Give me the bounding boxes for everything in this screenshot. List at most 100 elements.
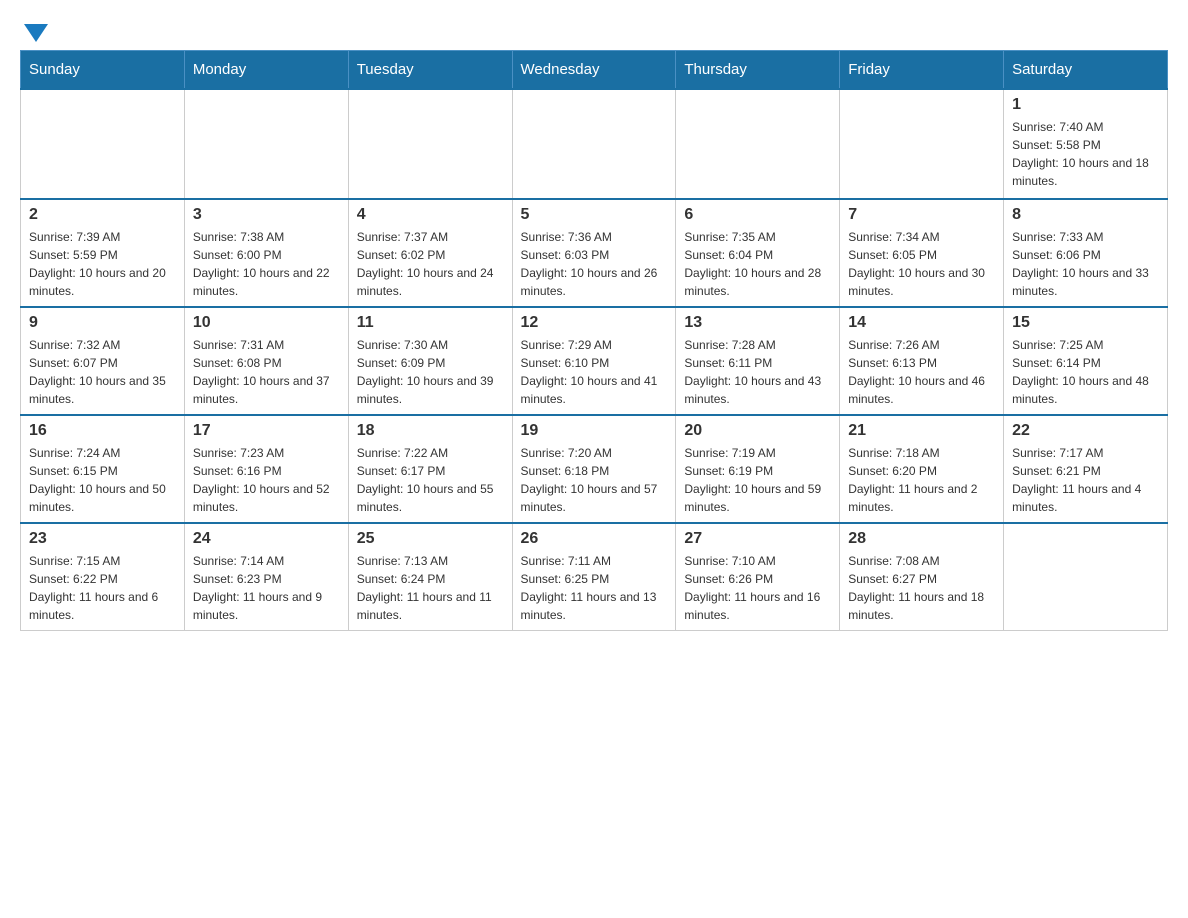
weekday-header-wednesday: Wednesday bbox=[512, 51, 676, 90]
weekday-header-saturday: Saturday bbox=[1004, 51, 1168, 90]
calendar-cell: 12 Sunrise: 7:29 AMSunset: 6:10 PMDayligh… bbox=[512, 307, 676, 415]
day-number: 8 bbox=[1012, 206, 1159, 224]
calendar-cell: 19Sunrise: 7:20 AMSunset: 6:18 PMDayligh… bbox=[512, 415, 676, 523]
calendar-cell: 3 Sunrise: 7:38 AMSunset: 6:00 PMDaylight… bbox=[184, 199, 348, 307]
day-info: Sunrise: 7:26 AMSunset: 6:13 PMDaylight:… bbox=[848, 336, 995, 408]
weekday-header-friday: Friday bbox=[840, 51, 1004, 90]
day-info: Sunrise: 7:38 AMSunset: 6:00 PMDaylight:… bbox=[193, 228, 340, 300]
day-info: Sunrise: 7:24 AMSunset: 6:15 PMDaylight:… bbox=[29, 444, 176, 516]
day-number: 14 bbox=[848, 314, 995, 332]
day-info: Sunrise: 7:37 AMSunset: 6:02 PMDaylight:… bbox=[357, 228, 504, 300]
day-number: 5 bbox=[521, 206, 668, 224]
day-number: 13 bbox=[684, 314, 831, 332]
day-number: 18 bbox=[357, 422, 504, 440]
calendar-cell bbox=[184, 89, 348, 199]
day-info: Sunrise: 7:13 AMSunset: 6:24 PMDaylight:… bbox=[357, 552, 504, 624]
calendar-cell: 7 Sunrise: 7:34 AMSunset: 6:05 PMDaylight… bbox=[840, 199, 1004, 307]
day-info: Sunrise: 7:35 AMSunset: 6:04 PMDaylight:… bbox=[684, 228, 831, 300]
week-row-4: 16 Sunrise: 7:24 AMSunset: 6:15 PMDayligh… bbox=[21, 415, 1168, 523]
day-info: Sunrise: 7:15 AMSunset: 6:22 PMDaylight:… bbox=[29, 552, 176, 624]
calendar-cell: 24 Sunrise: 7:14 AMSunset: 6:23 PMDayligh… bbox=[184, 523, 348, 631]
day-info: Sunrise: 7:31 AMSunset: 6:08 PMDaylight:… bbox=[193, 336, 340, 408]
calendar-cell: 11Sunrise: 7:30 AMSunset: 6:09 PMDayligh… bbox=[348, 307, 512, 415]
calendar-cell: 15 Sunrise: 7:25 AMSunset: 6:14 PMDayligh… bbox=[1004, 307, 1168, 415]
day-info: Sunrise: 7:10 AMSunset: 6:26 PMDaylight:… bbox=[684, 552, 831, 624]
day-info: Sunrise: 7:34 AMSunset: 6:05 PMDaylight:… bbox=[848, 228, 995, 300]
day-info: Sunrise: 7:14 AMSunset: 6:23 PMDaylight:… bbox=[193, 552, 340, 624]
day-number: 9 bbox=[29, 314, 176, 332]
day-number: 24 bbox=[193, 530, 340, 548]
calendar-cell: 21Sunrise: 7:18 AMSunset: 6:20 PMDayligh… bbox=[840, 415, 1004, 523]
calendar-cell bbox=[676, 89, 840, 199]
calendar-table: SundayMondayTuesdayWednesdayThursdayFrid… bbox=[20, 50, 1168, 631]
calendar-cell: 6 Sunrise: 7:35 AMSunset: 6:04 PMDaylight… bbox=[676, 199, 840, 307]
day-info: Sunrise: 7:11 AMSunset: 6:25 PMDaylight:… bbox=[521, 552, 668, 624]
calendar-cell: 10 Sunrise: 7:31 AMSunset: 6:08 PMDayligh… bbox=[184, 307, 348, 415]
day-number: 2 bbox=[29, 206, 176, 224]
calendar-cell: 9Sunrise: 7:32 AMSunset: 6:07 PMDaylight… bbox=[21, 307, 185, 415]
calendar-cell: 17 Sunrise: 7:23 AMSunset: 6:16 PMDayligh… bbox=[184, 415, 348, 523]
day-number: 3 bbox=[193, 206, 340, 224]
calendar-cell: 4 Sunrise: 7:37 AMSunset: 6:02 PMDaylight… bbox=[348, 199, 512, 307]
day-number: 15 bbox=[1012, 314, 1159, 332]
day-info: Sunrise: 7:28 AMSunset: 6:11 PMDaylight:… bbox=[684, 336, 831, 408]
calendar-cell bbox=[21, 89, 185, 199]
day-info: Sunrise: 7:23 AMSunset: 6:16 PMDaylight:… bbox=[193, 444, 340, 516]
day-info: Sunrise: 7:08 AMSunset: 6:27 PMDaylight:… bbox=[848, 552, 995, 624]
calendar-cell: 8 Sunrise: 7:33 AMSunset: 6:06 PMDaylight… bbox=[1004, 199, 1168, 307]
calendar-cell: 2 Sunrise: 7:39 AMSunset: 5:59 PMDaylight… bbox=[21, 199, 185, 307]
weekday-header-tuesday: Tuesday bbox=[348, 51, 512, 90]
day-info: Sunrise: 7:17 AMSunset: 6:21 PMDaylight:… bbox=[1012, 444, 1159, 516]
week-row-5: 23 Sunrise: 7:15 AMSunset: 6:22 PMDayligh… bbox=[21, 523, 1168, 631]
day-number: 28 bbox=[848, 530, 995, 548]
day-info: Sunrise: 7:22 AMSunset: 6:17 PMDaylight:… bbox=[357, 444, 504, 516]
calendar-cell: 23 Sunrise: 7:15 AMSunset: 6:22 PMDayligh… bbox=[21, 523, 185, 631]
day-number: 26 bbox=[521, 530, 668, 548]
calendar-cell: 27 Sunrise: 7:10 AMSunset: 6:26 PMDayligh… bbox=[676, 523, 840, 631]
calendar-cell: 18 Sunrise: 7:22 AMSunset: 6:17 PMDayligh… bbox=[348, 415, 512, 523]
day-number: 22 bbox=[1012, 422, 1159, 440]
page-header bbox=[20, 20, 1168, 40]
day-info: Sunrise: 7:36 AMSunset: 6:03 PMDaylight:… bbox=[521, 228, 668, 300]
weekday-header-row: SundayMondayTuesdayWednesdayThursdayFrid… bbox=[21, 51, 1168, 90]
day-number: 6 bbox=[684, 206, 831, 224]
calendar-cell bbox=[512, 89, 676, 199]
calendar-cell: 16 Sunrise: 7:24 AMSunset: 6:15 PMDayligh… bbox=[21, 415, 185, 523]
weekday-header-sunday: Sunday bbox=[21, 51, 185, 90]
week-row-1: 1 Sunrise: 7:40 AMSunset: 5:58 PMDaylight… bbox=[21, 89, 1168, 199]
day-info: Sunrise: 7:25 AMSunset: 6:14 PMDaylight:… bbox=[1012, 336, 1159, 408]
day-info: Sunrise: 7:30 AMSunset: 6:09 PMDaylight:… bbox=[357, 336, 504, 408]
calendar-cell: 25 Sunrise: 7:13 AMSunset: 6:24 PMDayligh… bbox=[348, 523, 512, 631]
day-info: Sunrise: 7:39 AMSunset: 5:59 PMDaylight:… bbox=[29, 228, 176, 300]
day-number: 1 bbox=[1012, 96, 1159, 114]
calendar-cell bbox=[840, 89, 1004, 199]
day-number: 7 bbox=[848, 206, 995, 224]
week-row-3: 9Sunrise: 7:32 AMSunset: 6:07 PMDaylight… bbox=[21, 307, 1168, 415]
day-number: 25 bbox=[357, 530, 504, 548]
day-number: 16 bbox=[29, 422, 176, 440]
calendar-cell: 28 Sunrise: 7:08 AMSunset: 6:27 PMDayligh… bbox=[840, 523, 1004, 631]
day-number: 12 bbox=[521, 314, 668, 332]
weekday-header-thursday: Thursday bbox=[676, 51, 840, 90]
calendar-cell bbox=[1004, 523, 1168, 631]
day-number: 4 bbox=[357, 206, 504, 224]
calendar-cell: 26 Sunrise: 7:11 AMSunset: 6:25 PMDayligh… bbox=[512, 523, 676, 631]
day-number: 23 bbox=[29, 530, 176, 548]
calendar-cell: 1 Sunrise: 7:40 AMSunset: 5:58 PMDaylight… bbox=[1004, 89, 1168, 199]
day-number: 27 bbox=[684, 530, 831, 548]
weekday-header-monday: Monday bbox=[184, 51, 348, 90]
day-info: Sunrise: 7:33 AMSunset: 6:06 PMDaylight:… bbox=[1012, 228, 1159, 300]
day-number: 10 bbox=[193, 314, 340, 332]
day-info: Sunrise: 7:29 AMSunset: 6:10 PMDaylight:… bbox=[521, 336, 668, 408]
day-info: Sunrise: 7:19 AMSunset: 6:19 PMDaylight:… bbox=[684, 444, 831, 516]
logo bbox=[20, 20, 48, 40]
day-info: Sunrise: 7:20 AMSunset: 6:18 PMDaylight:… bbox=[521, 444, 668, 516]
day-number: 17 bbox=[193, 422, 340, 440]
day-info: Sunrise: 7:18 AMSunset: 6:20 PMDaylight:… bbox=[848, 444, 995, 516]
calendar-cell: 5 Sunrise: 7:36 AMSunset: 6:03 PMDaylight… bbox=[512, 199, 676, 307]
week-row-2: 2 Sunrise: 7:39 AMSunset: 5:59 PMDaylight… bbox=[21, 199, 1168, 307]
calendar-cell: 13 Sunrise: 7:28 AMSunset: 6:11 PMDayligh… bbox=[676, 307, 840, 415]
calendar-cell: 20Sunrise: 7:19 AMSunset: 6:19 PMDayligh… bbox=[676, 415, 840, 523]
calendar-cell bbox=[348, 89, 512, 199]
day-info: Sunrise: 7:40 AMSunset: 5:58 PMDaylight:… bbox=[1012, 118, 1159, 190]
